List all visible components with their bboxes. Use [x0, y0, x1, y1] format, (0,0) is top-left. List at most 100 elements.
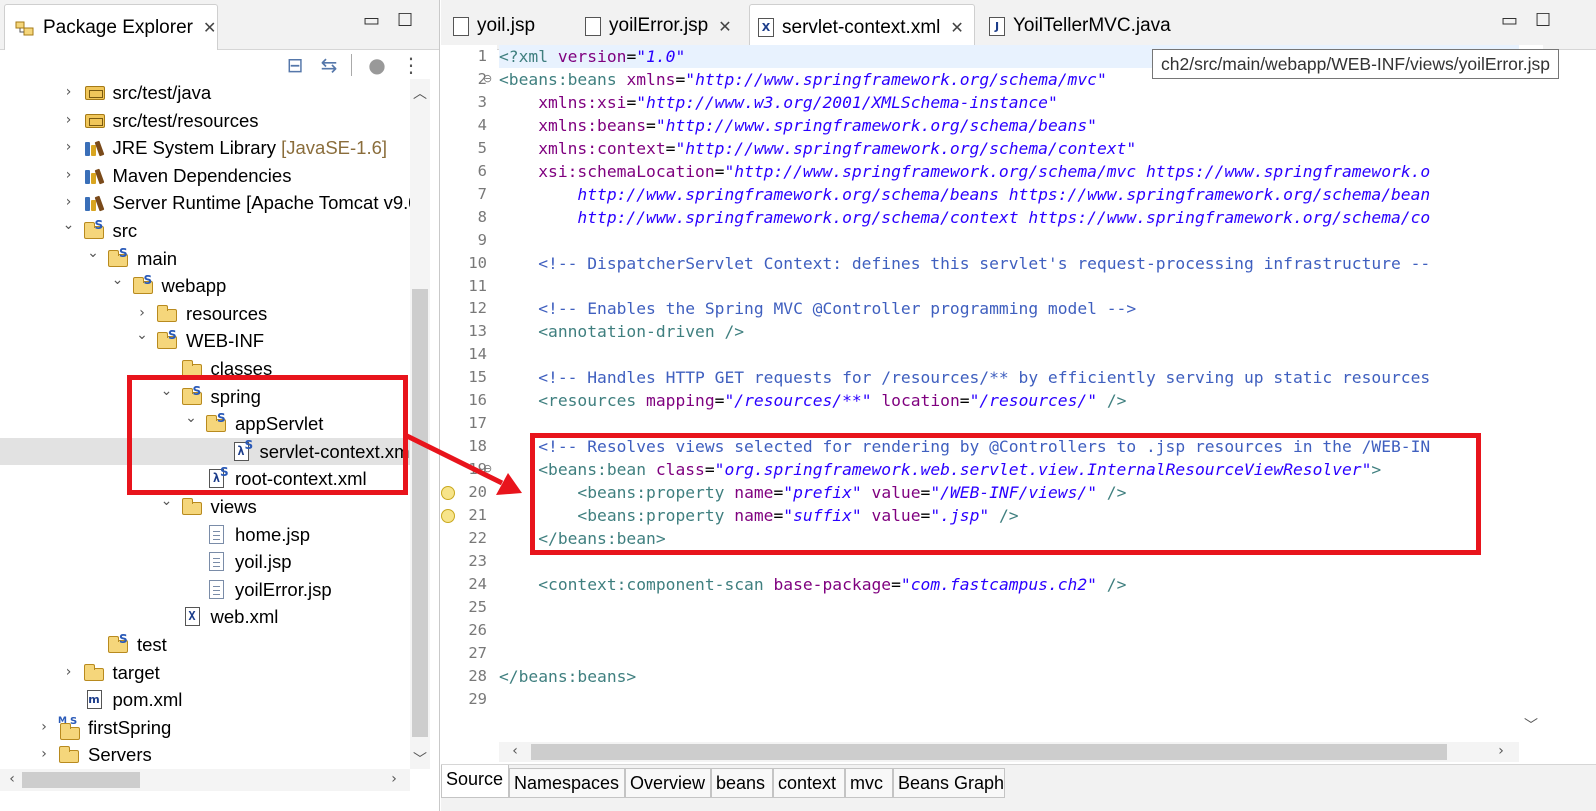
- quick-fix-bulb-icon[interactable]: [441, 509, 455, 523]
- tab-yoil-jsp[interactable]: yoil.jsp: [445, 4, 571, 48]
- code-line[interactable]: <!-- DispatcherServlet Context: defines …: [499, 252, 1430, 275]
- scroll-down-icon[interactable]: ﹀: [1521, 715, 1541, 735]
- tree-item[interactable]: Xweb.xml: [0, 603, 410, 630]
- code-line[interactable]: xmlns:beans="http://www.springframework.…: [499, 114, 1097, 137]
- scroll-right-icon[interactable]: ›: [1491, 743, 1511, 759]
- spring-folder-icon: S: [83, 218, 107, 241]
- tree-horizontal-scrollbar[interactable]: ‹ ›: [0, 769, 410, 791]
- scroll-up-icon[interactable]: ︿: [410, 83, 430, 103]
- code-area[interactable]: <?xml version="1.0" <beans:beans xmlns="h…: [499, 45, 1519, 745]
- line-number: 25: [468, 598, 487, 616]
- tab-yoilerror-jsp[interactable]: yoilError.jsp ✕: [577, 4, 745, 48]
- chevron-down-icon[interactable]: ⌄: [134, 327, 150, 343]
- view-menu-icon[interactable]: ⋮: [398, 52, 424, 78]
- tree-item[interactable]: › target: [0, 659, 410, 686]
- tree-vertical-scrollbar[interactable]: ︿ ﹀: [410, 79, 430, 769]
- tree-item[interactable]: ⌄ Swebapp: [0, 272, 410, 299]
- tree-item[interactable]: ⌄ views: [0, 493, 410, 520]
- code-line[interactable]: xmlns:context="http://www.springframewor…: [499, 137, 1136, 160]
- code-line[interactable]: xmlns:xsi="http://www.w3.org/2001/XMLSch…: [499, 91, 1058, 114]
- tree-item[interactable]: m pom.xml: [0, 686, 410, 713]
- code-line[interactable]: <!-- Handles HTTP GET requests for /reso…: [499, 366, 1430, 389]
- folder-icon: [156, 302, 180, 324]
- chevron-down-icon[interactable]: ⌄: [159, 493, 175, 509]
- package-explorer-tab[interactable]: Package Explorer ✕: [4, 4, 218, 50]
- minimize-icon[interactable]: ▭: [1501, 12, 1518, 30]
- focus-icon[interactable]: ●: [364, 52, 390, 78]
- tree-item[interactable]: ⌄ S WEB-INF: [0, 327, 410, 354]
- tree-item[interactable]: home.jsp: [0, 521, 410, 548]
- chevron-right-icon[interactable]: ›: [36, 746, 52, 762]
- page-tab-beans[interactable]: beans: [711, 768, 773, 798]
- chevron-right-icon[interactable]: ›: [61, 139, 77, 155]
- chevron-right-icon[interactable]: ›: [36, 719, 52, 735]
- chevron-down-icon[interactable]: ⌄: [85, 245, 101, 261]
- code-token: =: [714, 391, 725, 410]
- scroll-left-icon[interactable]: ‹: [2, 771, 22, 787]
- tree-item[interactable]: › JRE System Library [JavaSE-1.6]: [0, 134, 410, 161]
- line-number: 22: [468, 529, 487, 547]
- scroll-right-icon[interactable]: ›: [384, 771, 404, 787]
- page-tab-context[interactable]: context: [773, 768, 845, 798]
- tree-item[interactable]: › Server Runtime [Apache Tomcat v9.0]: [0, 189, 410, 216]
- chevron-right-icon[interactable]: ›: [61, 112, 77, 128]
- tree-item[interactable]: ⌄ Ssrc: [0, 217, 410, 244]
- chevron-right-icon[interactable]: ›: [61, 84, 77, 100]
- tree-item[interactable]: yoilError.jsp: [0, 576, 410, 603]
- tree-item[interactable]: ⌄ Smain: [0, 245, 410, 272]
- close-icon[interactable]: ✕: [203, 18, 216, 37]
- page-tab-beans-graph[interactable]: Beans Graph: [893, 768, 1005, 798]
- code-line[interactable]: xsi:schemaLocation="http://www.springfra…: [499, 160, 1430, 183]
- tree-item[interactable]: › Servers: [0, 741, 410, 768]
- page-tab-namespaces[interactable]: Namespaces: [509, 768, 625, 798]
- editor-vertical-scrollbar[interactable]: ︿ ﹀: [1519, 45, 1543, 745]
- scrollbar-thumb[interactable]: [531, 744, 1447, 760]
- chevron-right-icon[interactable]: ›: [61, 194, 77, 210]
- chevron-right-icon[interactable]: ›: [61, 167, 77, 183]
- chevron-down-icon[interactable]: ⌄: [61, 217, 77, 233]
- close-icon[interactable]: ✕: [718, 17, 731, 36]
- maximize-icon[interactable]: ☐: [397, 12, 413, 30]
- code-token: http://www.springframework.org/schema/be…: [499, 185, 1431, 204]
- fold-toggle-icon[interactable]: ⊖: [483, 72, 492, 85]
- code-line[interactable]: <beans:beans xmlns="http://www.springfra…: [499, 68, 1107, 91]
- minimize-icon[interactable]: ▭: [363, 12, 380, 30]
- link-with-editor-icon[interactable]: ⇆: [316, 52, 342, 78]
- tree-item[interactable]: › src/test/java: [0, 79, 410, 106]
- chevron-right-icon[interactable]: ›: [61, 664, 77, 680]
- code-line[interactable]: <resources mapping="/resources/**" locat…: [499, 389, 1126, 412]
- code-line[interactable]: http://www.springframework.org/schema/be…: [499, 183, 1430, 206]
- code-line[interactable]: <!-- Enables the Spring MVC @Controller …: [499, 297, 1136, 320]
- tab-servlet-context-xml[interactable]: X servlet-context.xml ✕: [749, 4, 975, 50]
- scroll-left-icon[interactable]: ‹: [505, 743, 525, 759]
- scrollbar-thumb[interactable]: [412, 289, 428, 737]
- tree-item[interactable]: yoil.jsp: [0, 548, 410, 575]
- tree-item[interactable]: › src/test/resources: [0, 107, 410, 134]
- tree-item[interactable]: › Maven Dependencies: [0, 162, 410, 189]
- tab-yoiltellermvc-java[interactable]: J YoilTellerMVC.java: [981, 4, 1181, 48]
- editor-horizontal-scrollbar[interactable]: ‹ ›: [499, 742, 1519, 762]
- line-number-gutter: 12⊖345678910111213141516171819⊖202122232…: [441, 45, 497, 745]
- collapse-all-icon[interactable]: ⊟: [282, 52, 308, 78]
- line-number: 26: [468, 621, 487, 639]
- chevron-right-icon[interactable]: ›: [134, 305, 150, 321]
- code-line[interactable]: </beans:beans>: [499, 665, 636, 688]
- java-file-icon: J: [989, 16, 1005, 36]
- page-tab-source[interactable]: Source: [441, 765, 509, 798]
- page-tab-overview[interactable]: Overview: [625, 768, 711, 798]
- tree-item[interactable]: › M S firstSpring: [0, 714, 410, 741]
- page-tab-mvc[interactable]: mvc: [845, 768, 893, 798]
- line-number: 16: [468, 391, 487, 409]
- code-token: version: [557, 47, 627, 66]
- scroll-down-icon[interactable]: ﹀: [410, 749, 430, 769]
- tree-item[interactable]: › resources: [0, 300, 410, 327]
- code-line[interactable]: <context:component-scan base-package="co…: [499, 573, 1126, 596]
- code-line[interactable]: http://www.springframework.org/schema/co…: [499, 206, 1430, 229]
- tree-item[interactable]: Stest: [0, 631, 410, 658]
- maximize-icon[interactable]: ☐: [1535, 12, 1551, 30]
- close-icon[interactable]: ✕: [950, 18, 963, 37]
- code-line[interactable]: <annotation-driven />: [499, 320, 744, 343]
- scrollbar-thumb[interactable]: [22, 772, 140, 788]
- folder-icon: [58, 743, 82, 765]
- chevron-down-icon[interactable]: ⌄: [110, 272, 126, 288]
